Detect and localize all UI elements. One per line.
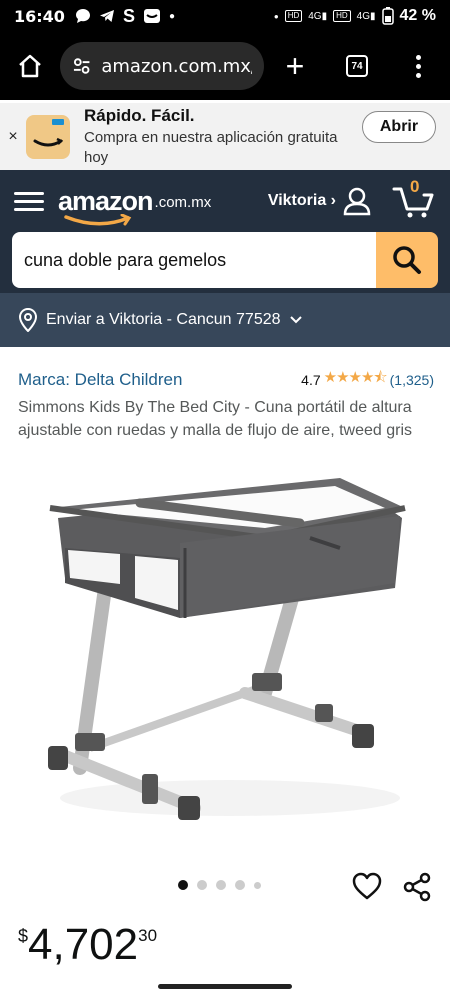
tab-switcher-button[interactable]: 74 (326, 55, 388, 77)
cart-count: 0 (410, 177, 420, 196)
home-indicator[interactable] (158, 984, 292, 989)
telegram-icon (99, 10, 114, 22)
chevron-down-icon (289, 316, 302, 324)
carousel-dot[interactable] (216, 880, 226, 890)
amazon-logo[interactable]: amazon .com.mx (58, 185, 212, 225)
search-bar (0, 232, 450, 288)
image-carousel-dots[interactable] (178, 880, 261, 890)
signal-icon: 4G▮ (356, 10, 376, 22)
delivery-location-bar[interactable]: Enviar a Viktoria - Cancun 77528 (0, 293, 450, 347)
home-button[interactable] (0, 53, 60, 79)
close-icon[interactable]: × (0, 128, 26, 146)
mail-icon (143, 9, 160, 23)
account-label: Viktoria › (267, 192, 336, 209)
dot-icon: ● (168, 10, 175, 22)
signal-icon: 4G▮ (308, 10, 328, 22)
search-input[interactable] (12, 232, 376, 288)
more-menu-icon[interactable] (388, 54, 448, 78)
notification-icons: S ● (75, 6, 175, 27)
user-icon (343, 187, 371, 216)
location-pin-icon (18, 308, 38, 332)
open-app-button[interactable]: Abrir (362, 110, 436, 143)
share-icon[interactable] (402, 872, 432, 902)
price-main: 4,702 (28, 920, 139, 969)
carousel-dot[interactable] (235, 880, 245, 890)
product-info: Marca: Delta Children 4.7 ★★★★⯪ (1,325) … (18, 367, 434, 442)
amazon-header: amazon .com.mx Viktoria › 0 (0, 170, 450, 293)
dot-icon: ● (273, 11, 279, 21)
battery-level: 42 % (399, 7, 436, 24)
status-bar: 16:40 S ● ● HD 4G▮ HD 4G▮ 42 % (0, 0, 450, 32)
hd-badge: HD (284, 10, 303, 22)
amazon-app-logo (26, 114, 70, 159)
wishlist-heart-icon[interactable] (352, 872, 382, 900)
banner-subtitle: Compra en nuestra aplicación gratuita ho… (84, 128, 338, 166)
search-button[interactable] (376, 232, 438, 288)
home-icon (19, 54, 41, 78)
brand-link[interactable]: Marca: Delta Children (18, 370, 182, 390)
hd-badge: HD (333, 10, 351, 22)
logo-domain: .com.mx (154, 193, 212, 211)
chat-icon (75, 9, 90, 23)
site-settings-icon[interactable] (72, 56, 91, 76)
cart-button[interactable]: 0 (392, 177, 436, 219)
smile-icon (64, 213, 132, 225)
tabs-count: 74 (346, 55, 368, 77)
logo-text: amazon (58, 185, 154, 216)
s-icon: S (122, 5, 135, 26)
account-button[interactable]: Viktoria › (268, 186, 372, 216)
reviews-count[interactable]: (1,325) (390, 372, 434, 388)
product-price: $ 4,702 30 (18, 918, 157, 972)
app-install-banner: × Rápido. Fácil. Compra en nuestra aplic… (0, 100, 450, 170)
price-cents: 30 (138, 926, 158, 945)
browser-toolbar: amazon.com.mx/ + 74 (0, 32, 450, 100)
status-time: 16:40 (14, 6, 65, 26)
product-image[interactable] (40, 468, 420, 838)
search-icon (393, 246, 421, 274)
product-title: Simmons Kids By The Bed City - Cuna port… (18, 399, 412, 439)
rating[interactable]: 4.7 ★★★★⯪ (1,325) (301, 367, 434, 392)
new-tab-button[interactable]: + (264, 50, 326, 82)
banner-text: Rápido. Fácil. Compra en nuestra aplicac… (84, 106, 362, 168)
star-rating-icon: ★★★★⯪ (323, 369, 388, 386)
battery-icon (381, 7, 394, 25)
delivery-text: Enviar a Viktoria - Cancun 77528 (46, 311, 281, 328)
carousel-dot[interactable] (197, 880, 207, 890)
carousel-dot[interactable] (178, 880, 188, 890)
banner-title: Rápido. Fácil. (84, 105, 195, 125)
url-bar[interactable]: amazon.com.mx/ (60, 42, 264, 90)
status-right: ● HD 4G▮ HD 4G▮ 42 % (274, 7, 436, 25)
price-symbol: $ (18, 926, 29, 946)
rating-value: 4.7 (301, 371, 321, 388)
menu-icon[interactable] (14, 191, 44, 211)
carousel-dot[interactable] (254, 881, 261, 889)
url-text: amazon.com.mx/ (101, 55, 252, 77)
